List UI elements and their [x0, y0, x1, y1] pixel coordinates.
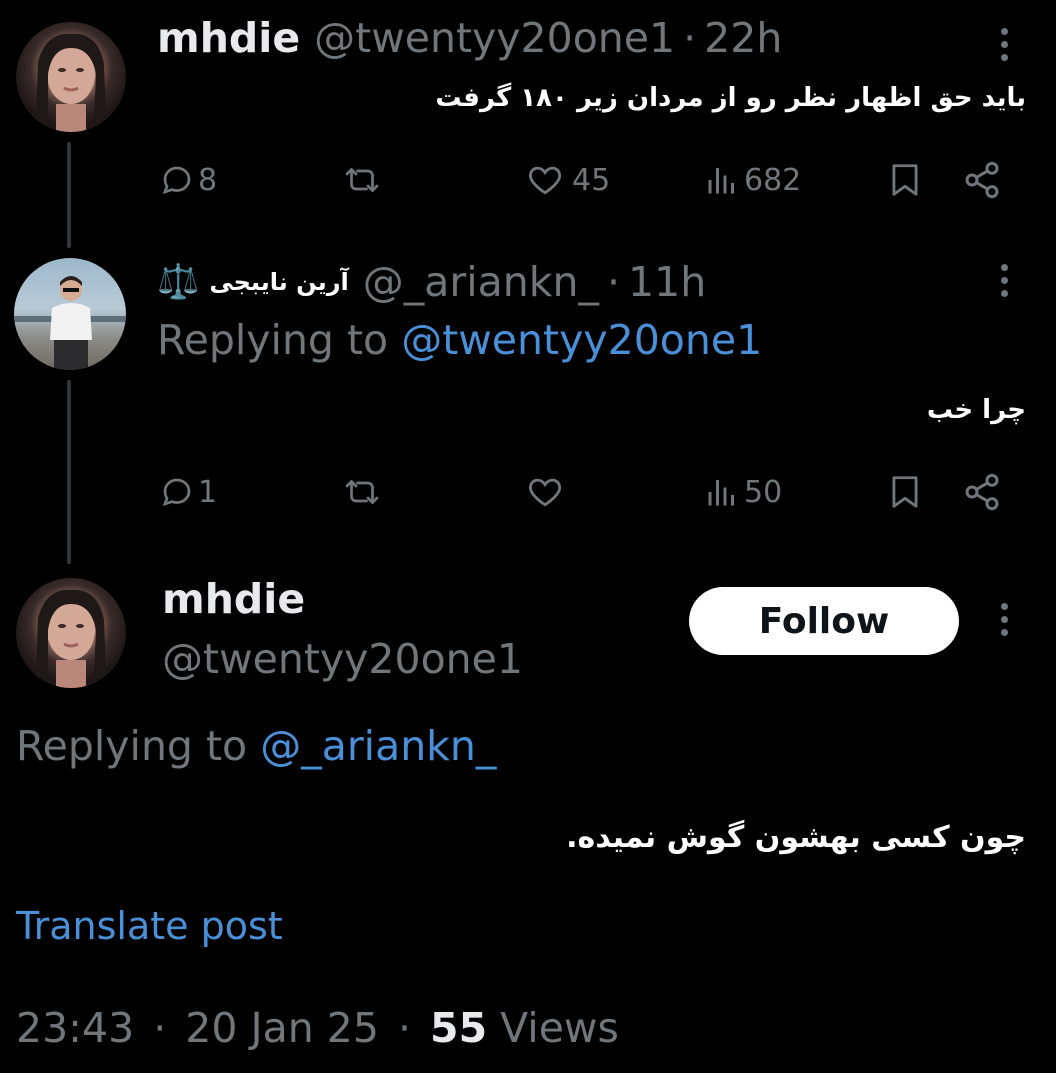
more-options-icon[interactable]: [1000, 264, 1008, 304]
avatar-portrait: [36, 589, 106, 688]
avatar-portrait: [36, 33, 106, 132]
heart-icon: [528, 166, 562, 195]
post-date[interactable]: 20 Jan 25: [185, 1004, 379, 1052]
thread-line-1: [67, 142, 71, 248]
avatar[interactable]: [16, 22, 126, 132]
more-options-icon[interactable]: [1000, 28, 1008, 68]
view-count: 682: [744, 162, 802, 198]
display-name[interactable]: آرین نایبجی: [209, 268, 348, 296]
views-label[interactable]: Views: [500, 1004, 619, 1052]
translate-post-link[interactable]: Translate post: [16, 902, 283, 950]
reply-count: 1: [198, 474, 218, 510]
share-button[interactable]: [962, 160, 1002, 200]
post-time[interactable]: 23:43: [16, 1004, 134, 1052]
scales-emoji: ⚖️: [157, 262, 200, 302]
views-icon: [708, 168, 734, 194]
user-handle[interactable]: @_ariankn_: [363, 258, 599, 306]
bookmark-icon: [892, 164, 918, 196]
follow-button[interactable]: Follow: [689, 587, 959, 655]
replying-to-label: Replying to: [16, 722, 248, 770]
replying-to-handle[interactable]: @_ariankn_: [260, 722, 496, 770]
reply-button[interactable]: 8: [158, 160, 217, 200]
post-time[interactable]: 11h: [628, 258, 706, 306]
repost-icon: [345, 168, 379, 192]
replying-to: Replying to @twentyy20one1: [157, 316, 762, 364]
post-text: باید حق اظهار نظر رو از مردان زیر ۱۸۰ گر…: [435, 83, 1026, 113]
reply-button[interactable]: 1: [158, 472, 217, 512]
post-text: چرا خب: [926, 395, 1026, 425]
views-icon: [708, 480, 734, 506]
views-button[interactable]: 682: [702, 160, 801, 200]
bookmark-icon: [892, 476, 918, 508]
separator-dot: ·: [606, 258, 621, 306]
avatar[interactable]: [14, 258, 126, 370]
share-icon: [965, 161, 999, 199]
avatar[interactable]: [16, 578, 126, 688]
replying-to-label: Replying to: [157, 316, 389, 364]
post2-header: ⚖️ آرین نایبجی @_ariankn_ · 11h: [157, 254, 706, 310]
like-button[interactable]: 45: [524, 160, 610, 200]
user-handle[interactable]: @twentyy20one1: [162, 634, 523, 684]
bookmark-button[interactable]: [886, 472, 924, 512]
separator-dot: ·: [153, 1004, 167, 1052]
reply-icon: [162, 166, 191, 195]
post1-header: mhdie @twentyy20one1 · 22h: [157, 14, 782, 64]
replying-to: Replying to @_ariankn_: [16, 722, 496, 770]
more-options-icon[interactable]: [1000, 603, 1008, 643]
separator-dot: ·: [683, 14, 697, 62]
display-name[interactable]: mhdie: [157, 14, 300, 62]
like-count: 45: [572, 162, 611, 198]
user-handle[interactable]: @twentyy20one1: [314, 14, 675, 62]
view-count: 50: [744, 474, 783, 510]
display-name[interactable]: mhdie: [162, 574, 305, 624]
replying-to-handle[interactable]: @twentyy20one1: [401, 316, 762, 364]
views-count[interactable]: 55: [430, 1004, 487, 1052]
repost-button[interactable]: [340, 160, 384, 200]
bookmark-button[interactable]: [886, 160, 924, 200]
like-button[interactable]: [524, 472, 566, 512]
avatar-portrait: [14, 276, 126, 370]
reply-count: 8: [198, 162, 218, 198]
separator-dot: ·: [397, 1004, 411, 1052]
heart-icon: [528, 478, 562, 507]
share-button[interactable]: [962, 472, 1002, 512]
views-button[interactable]: 50: [702, 472, 782, 512]
post-time[interactable]: 22h: [704, 14, 782, 62]
share-icon: [965, 473, 999, 511]
repost-button[interactable]: [340, 472, 384, 512]
repost-icon: [345, 480, 379, 504]
post-text: چون کسی بهشون گوش نمیده.: [566, 820, 1026, 855]
thread-line-2: [67, 380, 71, 564]
post-meta: 23:43 · 20 Jan 25 · 55 Views: [16, 1002, 619, 1054]
reply-icon: [162, 478, 191, 507]
